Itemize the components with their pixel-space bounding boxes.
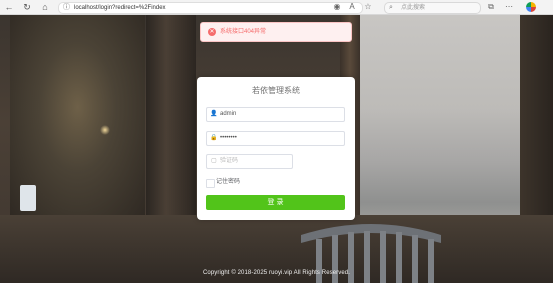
extensions-icon[interactable]: ⧉ [486, 2, 496, 12]
address-url: localhost/login?redirect=%2Findex [74, 5, 166, 11]
username-input[interactable]: 👤 admin [206, 107, 345, 122]
password-input[interactable]: 🔒 •••••••• [206, 131, 345, 146]
home-icon[interactable]: ⌂ [39, 1, 51, 13]
background-light [100, 125, 110, 135]
captcha-input[interactable]: ▢ 验证码 [206, 154, 293, 169]
password-value: •••••••• [220, 135, 237, 141]
address-bar[interactable]: ⓘ localhost/login?redirect=%2Findex [58, 2, 363, 14]
lock-icon: 🔒 [210, 135, 218, 141]
shield-icon: ▢ [211, 158, 217, 164]
remember-label: 记住密码 [216, 179, 241, 185]
info-icon: ⓘ [63, 4, 70, 11]
browser-toolbar: ← ↻ ⌂ ⓘ localhost/login?redirect=%2Finde… [0, 0, 553, 15]
refresh-icon[interactable]: ↻ [21, 1, 33, 13]
favorite-icon[interactable]: ☆ [363, 2, 373, 12]
footer-copyright: Copyright © 2018-2025 ruoyi.vip All Righ… [202, 270, 351, 276]
search-placeholder: 点此搜索 [401, 5, 426, 11]
read-aloud-icon[interactable]: A [347, 2, 357, 12]
captcha-placeholder: 验证码 [220, 158, 239, 164]
back-icon[interactable]: ← [3, 1, 15, 13]
browser-search[interactable]: ⌕ 点此搜索 [384, 2, 481, 14]
login-title: 若依管理系统 [252, 86, 300, 95]
tracking-icon[interactable]: ◉ [332, 2, 342, 12]
error-message: 系统接口404异常 [220, 29, 267, 35]
error-toast: ✕ 系统接口404异常 [200, 22, 352, 42]
settings-icon[interactable]: ⋯ [504, 2, 514, 12]
user-icon: 👤 [210, 111, 218, 117]
login-button[interactable]: 登 录 [206, 195, 345, 210]
edge-logo-icon[interactable] [526, 2, 536, 12]
background-cup [20, 185, 36, 211]
username-value: admin [220, 111, 237, 117]
error-icon: ✕ [208, 28, 216, 36]
login-form: 若依管理系统 👤 admin 🔒 •••••••• ▢ 验证码 记住密码 登 录 [197, 77, 355, 220]
remember-checkbox[interactable] [206, 179, 215, 188]
search-icon: ⌕ [389, 4, 393, 11]
